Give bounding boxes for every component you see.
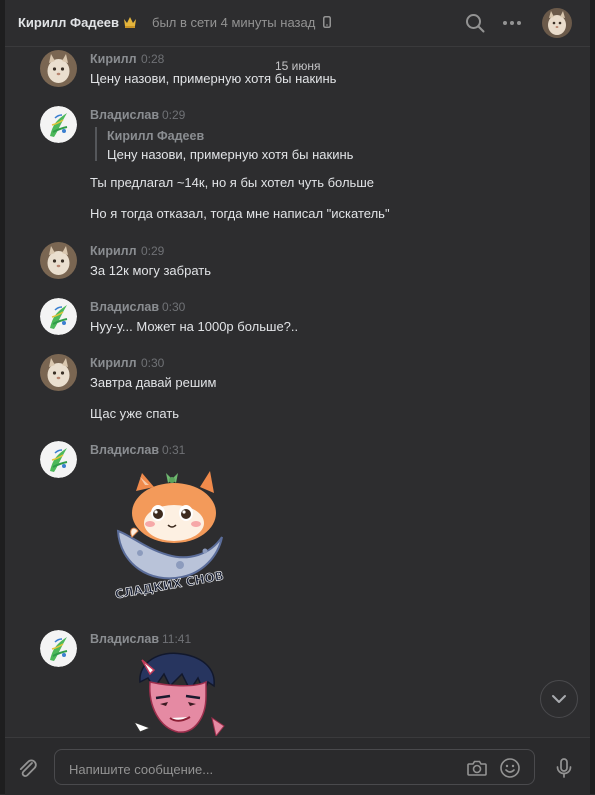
avatar[interactable] <box>40 441 77 478</box>
message-group: Владислав 0:31 СЛАДКИХ СНОВ <box>5 441 590 611</box>
composer <box>5 737 590 795</box>
message-text: Ты предлагал ~14к, но я бы хотел чуть бо… <box>90 175 374 190</box>
message-input[interactable] <box>67 758 451 780</box>
message-feed[interactable]: 15 июня Кирилл 0:28 Цену назови, примерн… <box>5 47 590 736</box>
crown-icon <box>124 17 136 28</box>
message-text: Нуу-у... Может на 1000р больше?.. <box>90 319 299 334</box>
more-icon[interactable] <box>500 11 524 35</box>
message-author[interactable]: Владислав <box>90 108 159 122</box>
reply-quote[interactable]: Кирилл Фадеев Цену назови, примерную хот… <box>95 127 353 162</box>
window-frame-right <box>590 0 595 794</box>
message-time[interactable]: 0:30 <box>162 300 185 314</box>
phone-icon <box>323 16 331 28</box>
message-author[interactable]: Кирилл <box>90 356 137 370</box>
scroll-down-button[interactable] <box>540 680 578 718</box>
avatar[interactable] <box>40 298 77 335</box>
microphone-icon[interactable] <box>552 756 576 780</box>
avatar[interactable] <box>40 106 77 143</box>
quote-text: Цену назови, примерную хотя бы накинь <box>107 147 354 162</box>
message-group: Кирилл 0:29 За 12к могу забрать <box>5 242 590 282</box>
smile-icon[interactable] <box>498 756 522 780</box>
date-separator: 15 июня <box>275 59 321 73</box>
message-text: Цену назови, примерную хотя бы накинь <box>90 71 337 86</box>
message-time[interactable]: 0:30 <box>141 356 164 370</box>
message-group: Кирилл 0:30 Завтра давай решим Щас уже с… <box>5 354 590 424</box>
camera-icon[interactable] <box>465 756 489 780</box>
message-author[interactable]: Кирилл <box>90 244 137 258</box>
chevron-down-icon <box>552 695 566 703</box>
message-group: Владислав 11:41 <box>5 630 590 736</box>
message-author[interactable]: Владислав <box>90 300 159 314</box>
peer-status: был в сети 4 минуты назад <box>152 15 316 30</box>
peer-avatar[interactable] <box>542 8 572 38</box>
avatar[interactable] <box>40 242 77 279</box>
message-text: За 12к могу забрать <box>90 263 212 278</box>
chat-header: Кирилл Фадеев был в сети 4 минуты назад <box>5 0 590 47</box>
demon-guy-sticker[interactable] <box>120 652 230 736</box>
message-author[interactable]: Владислав <box>90 632 159 646</box>
message-group: Владислав 0:29 Кирилл Фадеев Цену назови… <box>5 106 590 226</box>
search-icon[interactable] <box>463 11 487 35</box>
message-input-box[interactable] <box>54 749 535 785</box>
message-text: Завтра давай решим <box>90 375 217 390</box>
message-time[interactable]: 0:28 <box>141 52 164 66</box>
peer-name[interactable]: Кирилл Фадеев <box>18 15 119 30</box>
avatar[interactable] <box>40 630 77 667</box>
avatar[interactable] <box>40 50 77 87</box>
message-time[interactable]: 0:31 <box>162 443 185 457</box>
paperclip-icon[interactable] <box>15 756 39 780</box>
message-text: Щас уже спать <box>90 406 180 421</box>
quote-author: Кирилл Фадеев <box>107 129 205 143</box>
message-time[interactable]: 0:29 <box>162 108 185 122</box>
message-text: Но я тогда отказал, тогда мне написал "и… <box>90 206 390 221</box>
message-author[interactable]: Владислав <box>90 443 159 457</box>
sleeping-cat-moon-sticker[interactable]: СЛАДКИХ СНОВ <box>110 469 230 599</box>
message-author[interactable]: Кирилл <box>90 52 137 66</box>
message-time[interactable]: 0:29 <box>141 244 164 258</box>
message-time[interactable]: 11:41 <box>162 632 191 646</box>
avatar[interactable] <box>40 354 77 391</box>
message-group: Владислав 0:30 Нуу-у... Может на 1000р б… <box>5 298 590 338</box>
